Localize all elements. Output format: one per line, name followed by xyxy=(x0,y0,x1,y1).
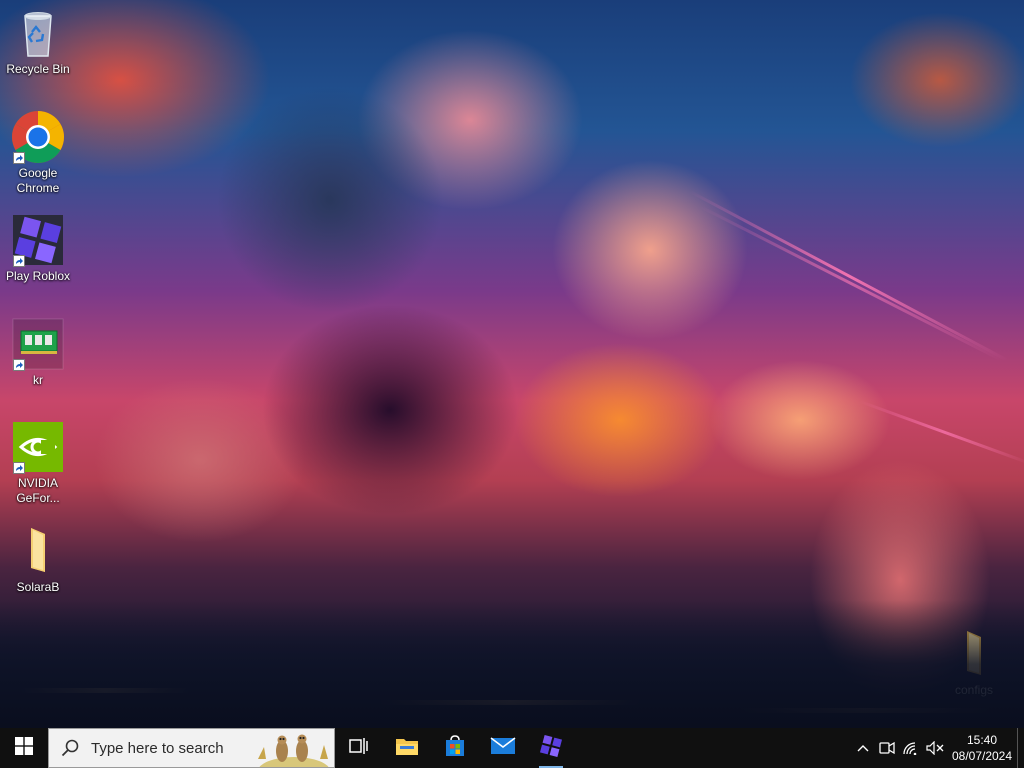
desktop-icon-play-roblox[interactable]: Play Roblox xyxy=(1,213,75,284)
network-icon[interactable] xyxy=(899,728,923,768)
wallpaper-glow xyxy=(740,708,990,713)
desktop-icon-label: configs xyxy=(954,683,994,697)
file-explorer-icon xyxy=(395,736,419,760)
meerkats-search-highlight-icon[interactable] xyxy=(254,729,330,767)
shortcut-arrow-icon xyxy=(13,359,25,371)
chrome-icon xyxy=(11,110,65,164)
shortcut-arrow-icon xyxy=(13,255,25,267)
mail-icon xyxy=(490,736,516,760)
desktop-icon-recycle-bin[interactable]: Recycle Bin xyxy=(1,6,75,77)
folder-icon xyxy=(947,627,1001,681)
nvidia-icon xyxy=(11,420,65,474)
taskbar-mail[interactable] xyxy=(479,728,527,768)
shortcut-arrow-icon xyxy=(13,152,25,164)
search-box[interactable]: Type here to search xyxy=(48,728,335,768)
taskbar-microsoft-store[interactable] xyxy=(431,728,479,768)
desktop-icon-label: NVIDIA GeFor... xyxy=(16,476,60,505)
wallpaper-glow xyxy=(20,688,190,693)
wallpaper-streak xyxy=(859,400,1024,465)
taskbar-file-explorer[interactable] xyxy=(383,728,431,768)
desktop-icon-label: Google Chrome xyxy=(16,166,60,195)
system-tray: 15:40 08/07/2024 xyxy=(851,728,1024,768)
clock-date: 08/07/2024 xyxy=(951,749,1013,763)
chevron-up-icon[interactable] xyxy=(851,728,875,768)
task-view-button[interactable] xyxy=(335,728,383,768)
roblox-icon xyxy=(539,734,563,762)
taskbar-roblox[interactable] xyxy=(527,728,575,768)
start-button[interactable] xyxy=(0,728,48,768)
folder-icon xyxy=(11,524,65,578)
meet-now-icon[interactable] xyxy=(875,728,899,768)
show-desktop-button[interactable] xyxy=(1017,728,1024,768)
wallpaper-streak xyxy=(699,205,1004,363)
recycle-bin-icon xyxy=(11,6,65,60)
desktop-wallpaper: Recycle Bin Google Chrome Play Roblox kr… xyxy=(0,0,1024,728)
wallpaper-glow xyxy=(380,700,640,705)
taskbar-clock[interactable]: 15:40 08/07/2024 xyxy=(947,728,1017,768)
search-placeholder: Type here to search xyxy=(91,739,224,757)
desktop-icon-label: kr xyxy=(33,373,43,387)
desktop-icon-label: Recycle Bin xyxy=(6,62,70,76)
desktop-icon-label: SolaraB xyxy=(16,580,60,594)
shortcut-arrow-icon xyxy=(13,462,25,474)
task-view-icon xyxy=(349,737,369,759)
wallpaper-streak xyxy=(689,190,1009,362)
desktop-icon-configs[interactable]: configs xyxy=(937,627,1011,698)
roblox-icon xyxy=(11,213,65,267)
volume-muted-icon[interactable] xyxy=(923,728,947,768)
desktop-icon-label: Play Roblox xyxy=(5,269,71,283)
search-icon xyxy=(61,739,79,757)
memory-module-icon xyxy=(11,317,65,371)
microsoft-store-icon xyxy=(444,735,466,761)
desktop-icon-solarab[interactable]: SolaraB xyxy=(1,524,75,595)
desktop-icon-nvidia-geforce[interactable]: NVIDIA GeFor... xyxy=(1,420,75,506)
taskbar: Type here to search 15:40 08/07/2024 xyxy=(0,728,1024,768)
desktop-icon-google-chrome[interactable]: Google Chrome xyxy=(1,110,75,196)
desktop-icon-kr[interactable]: kr xyxy=(1,317,75,388)
windows-start-icon xyxy=(15,737,33,759)
clock-time: 15:40 xyxy=(966,733,998,747)
